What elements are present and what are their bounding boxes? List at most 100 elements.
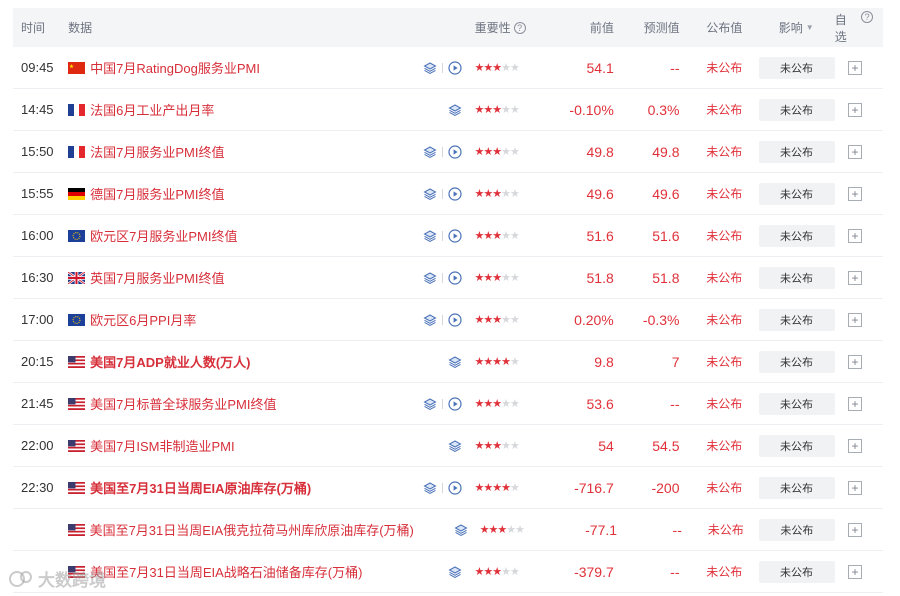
event-name-link[interactable]: 美国至7月31日当周EIA原油库存(万桶) xyxy=(90,478,311,497)
importance-star-icon: ★ xyxy=(474,188,484,200)
table-row[interactable]: 20:15 美国7月ADP就业人数(万人) ★ ★ ★ ★ ★ 9.8 7 未公布 未公… xyxy=(13,341,883,383)
event-actions xyxy=(410,523,478,537)
event-name-link[interactable]: 英国7月服务业PMI终值 xyxy=(90,268,224,287)
table-body: 09:45 中国7月RatingDog服务业PMI ★ ★ ★ ★ ★ 54.1 -- … xyxy=(13,47,883,593)
event-cell[interactable]: 欧元区6月PPI月率 xyxy=(64,310,403,329)
impact-button[interactable]: 未公布 xyxy=(758,308,835,331)
add-to-watchlist-plus-icon[interactable]: + xyxy=(848,102,863,117)
table-row[interactable]: 22:30 美国至7月31日当周EIA原油库存(万桶) ★ ★ ★ ★ ★ -716.7… xyxy=(13,467,883,509)
impact-button[interactable]: 未公布 xyxy=(758,224,835,247)
event-name-link[interactable]: 德国7月服务业PMI终值 xyxy=(90,184,224,203)
layers-icon[interactable] xyxy=(423,481,438,495)
add-to-watchlist-plus-icon[interactable]: + xyxy=(848,270,863,285)
impact-button[interactable]: 未公布 xyxy=(758,140,835,163)
play-icon[interactable] xyxy=(448,186,463,201)
event-cell[interactable]: 欧元区7月服务业PMI终值 xyxy=(64,226,403,245)
layers-icon[interactable] xyxy=(423,397,438,411)
header-impact[interactable]: 影响 ▼ xyxy=(746,19,834,36)
table-row[interactable]: 美国至7月31日当周EIA战略石油储备库存(万桶) ★ ★ ★ ★ ★ -379.7 -… xyxy=(13,551,883,593)
impact-button[interactable]: 未公布 xyxy=(758,434,835,457)
table-row[interactable]: 21:45 美国7月标普全球服务业PMI终值 ★ ★ ★ ★ ★ 53.6 -- 未公布… xyxy=(13,383,883,425)
flag-france-icon xyxy=(68,145,86,158)
play-icon[interactable] xyxy=(448,270,463,285)
layers-icon[interactable] xyxy=(454,523,468,537)
layers-icon[interactable] xyxy=(448,565,463,579)
impact-button[interactable]: 未公布 xyxy=(758,182,835,205)
previous-value: 0.20% xyxy=(574,311,614,328)
add-to-watchlist-plus-icon[interactable]: + xyxy=(848,480,863,495)
event-cell[interactable]: 美国至7月31日当周EIA战略石油储备库存(万桶) xyxy=(64,562,403,581)
layers-icon[interactable] xyxy=(423,145,438,159)
impact-button[interactable]: 未公布 xyxy=(758,560,835,583)
event-name-link[interactable]: 欧元区6月PPI月率 xyxy=(90,310,196,329)
event-cell[interactable]: 法国6月工业产出月率 xyxy=(64,100,403,119)
add-to-watchlist-plus-icon[interactable]: + xyxy=(848,60,863,75)
table-row[interactable]: 14:45 法国6月工业产出月率 ★ ★ ★ ★ ★ -0.10% 0.3% 未公布 未… xyxy=(13,89,883,131)
event-name-link[interactable]: 法国6月工业产出月率 xyxy=(90,100,214,119)
layers-icon[interactable] xyxy=(423,187,438,201)
table-row[interactable]: 22:00 美国7月ISM非制造业PMI ★ ★ ★ ★ ★ 54 54.5 未公布 未… xyxy=(13,425,883,467)
table-row[interactable]: 09:45 中国7月RatingDog服务业PMI ★ ★ ★ ★ ★ 54.1 -- … xyxy=(13,47,883,89)
play-icon[interactable] xyxy=(448,396,463,411)
watchlist-cell: + xyxy=(835,60,883,75)
published-value: 未公布 xyxy=(706,229,743,243)
event-name-link[interactable]: 美国至7月31日当周EIA俄克拉荷马州库欣原油库存(万桶) xyxy=(90,520,414,539)
add-to-watchlist-plus-icon[interactable]: + xyxy=(848,312,863,327)
table-row[interactable]: 15:50 法国7月服务业PMI终值 ★ ★ ★ ★ ★ 49.8 49.8 未公布 未… xyxy=(13,131,883,173)
layers-icon[interactable] xyxy=(448,355,463,369)
event-name-link[interactable]: 美国至7月31日当周EIA战略石油储备库存(万桶) xyxy=(90,562,362,581)
impact-button[interactable]: 未公布 xyxy=(758,56,835,79)
importance-star-icon: ★ xyxy=(492,230,502,242)
impact-button[interactable]: 未公布 xyxy=(758,518,835,541)
add-to-watchlist-plus-icon[interactable]: + xyxy=(848,396,863,411)
layers-icon[interactable] xyxy=(423,61,438,75)
add-to-watchlist-plus-icon[interactable]: + xyxy=(848,228,863,243)
event-actions xyxy=(404,480,473,495)
table-row[interactable]: 16:30 英国7月服务业PMI终值 ★ ★ ★ ★ ★ 51.8 51.8 未公布 未… xyxy=(13,257,883,299)
event-cell[interactable]: 法国7月服务业PMI终值 xyxy=(64,142,403,161)
event-cell[interactable]: 中国7月RatingDog服务业PMI xyxy=(64,58,403,77)
event-name-link[interactable]: 美国7月ISM非制造业PMI xyxy=(90,436,234,455)
event-cell[interactable]: 美国7月ISM非制造业PMI xyxy=(64,436,403,455)
importance-star-icon: ★ xyxy=(492,146,502,158)
add-to-watchlist-plus-icon[interactable]: + xyxy=(848,354,863,369)
play-icon[interactable] xyxy=(448,60,463,75)
layers-icon[interactable] xyxy=(423,229,438,243)
event-name-link[interactable]: 中国7月RatingDog服务业PMI xyxy=(90,58,260,77)
impact-dropdown-caret-icon[interactable]: ▼ xyxy=(806,23,814,32)
watchlist-help-icon[interactable]: ? xyxy=(861,10,873,23)
importance-help-icon[interactable]: ? xyxy=(513,21,526,34)
event-cell[interactable]: 德国7月服务业PMI终值 xyxy=(64,184,403,203)
add-to-watchlist-plus-icon[interactable]: + xyxy=(848,522,862,537)
event-cell[interactable]: 英国7月服务业PMI终值 xyxy=(64,268,403,287)
play-icon[interactable] xyxy=(448,144,463,159)
event-cell[interactable]: 美国7月标普全球服务业PMI终值 xyxy=(64,394,403,413)
impact-button[interactable]: 未公布 xyxy=(758,350,835,373)
table-row[interactable]: 15:55 德国7月服务业PMI终值 ★ ★ ★ ★ ★ 49.6 49.6 未公布 未… xyxy=(13,173,883,215)
table-row[interactable]: 16:00 欧元区7月服务业PMI终值 ★ ★ ★ ★ ★ 51.6 51.6 未公布 … xyxy=(13,215,883,257)
event-name-link[interactable]: 欧元区7月服务业PMI终值 xyxy=(90,226,237,245)
add-to-watchlist-plus-icon[interactable]: + xyxy=(848,564,863,579)
event-name-link[interactable]: 美国7月标普全球服务业PMI终值 xyxy=(90,394,276,413)
layers-icon[interactable] xyxy=(448,439,463,453)
add-to-watchlist-plus-icon[interactable]: + xyxy=(848,186,863,201)
impact-button[interactable]: 未公布 xyxy=(758,98,835,121)
play-icon[interactable] xyxy=(448,480,463,495)
layers-icon[interactable] xyxy=(423,313,438,327)
event-cell[interactable]: 美国7月ADP就业人数(万人) xyxy=(64,352,403,371)
play-icon[interactable] xyxy=(448,312,463,327)
add-to-watchlist-plus-icon[interactable]: + xyxy=(848,438,863,453)
event-cell[interactable]: 美国至7月31日当周EIA俄克拉荷马州库欣原油库存(万桶) xyxy=(64,520,414,539)
impact-button[interactable]: 未公布 xyxy=(758,392,835,415)
impact-button[interactable]: 未公布 xyxy=(758,476,835,499)
event-name-link[interactable]: 法国7月服务业PMI终值 xyxy=(90,142,224,161)
impact-button[interactable]: 未公布 xyxy=(758,266,835,289)
table-row[interactable]: 美国至7月31日当周EIA俄克拉荷马州库欣原油库存(万桶) ★ ★ ★ ★ ★ -77.… xyxy=(13,509,883,551)
play-icon[interactable] xyxy=(448,228,463,243)
event-cell[interactable]: 美国至7月31日当周EIA原油库存(万桶) xyxy=(64,478,403,497)
event-name-link[interactable]: 美国7月ADP就业人数(万人) xyxy=(90,352,250,371)
add-to-watchlist-plus-icon[interactable]: + xyxy=(848,144,863,159)
layers-icon[interactable] xyxy=(448,103,463,117)
layers-icon[interactable] xyxy=(423,271,438,285)
table-row[interactable]: 17:00 欧元区6月PPI月率 ★ ★ ★ ★ ★ 0.20% -0.3% 未公布 未… xyxy=(13,299,883,341)
